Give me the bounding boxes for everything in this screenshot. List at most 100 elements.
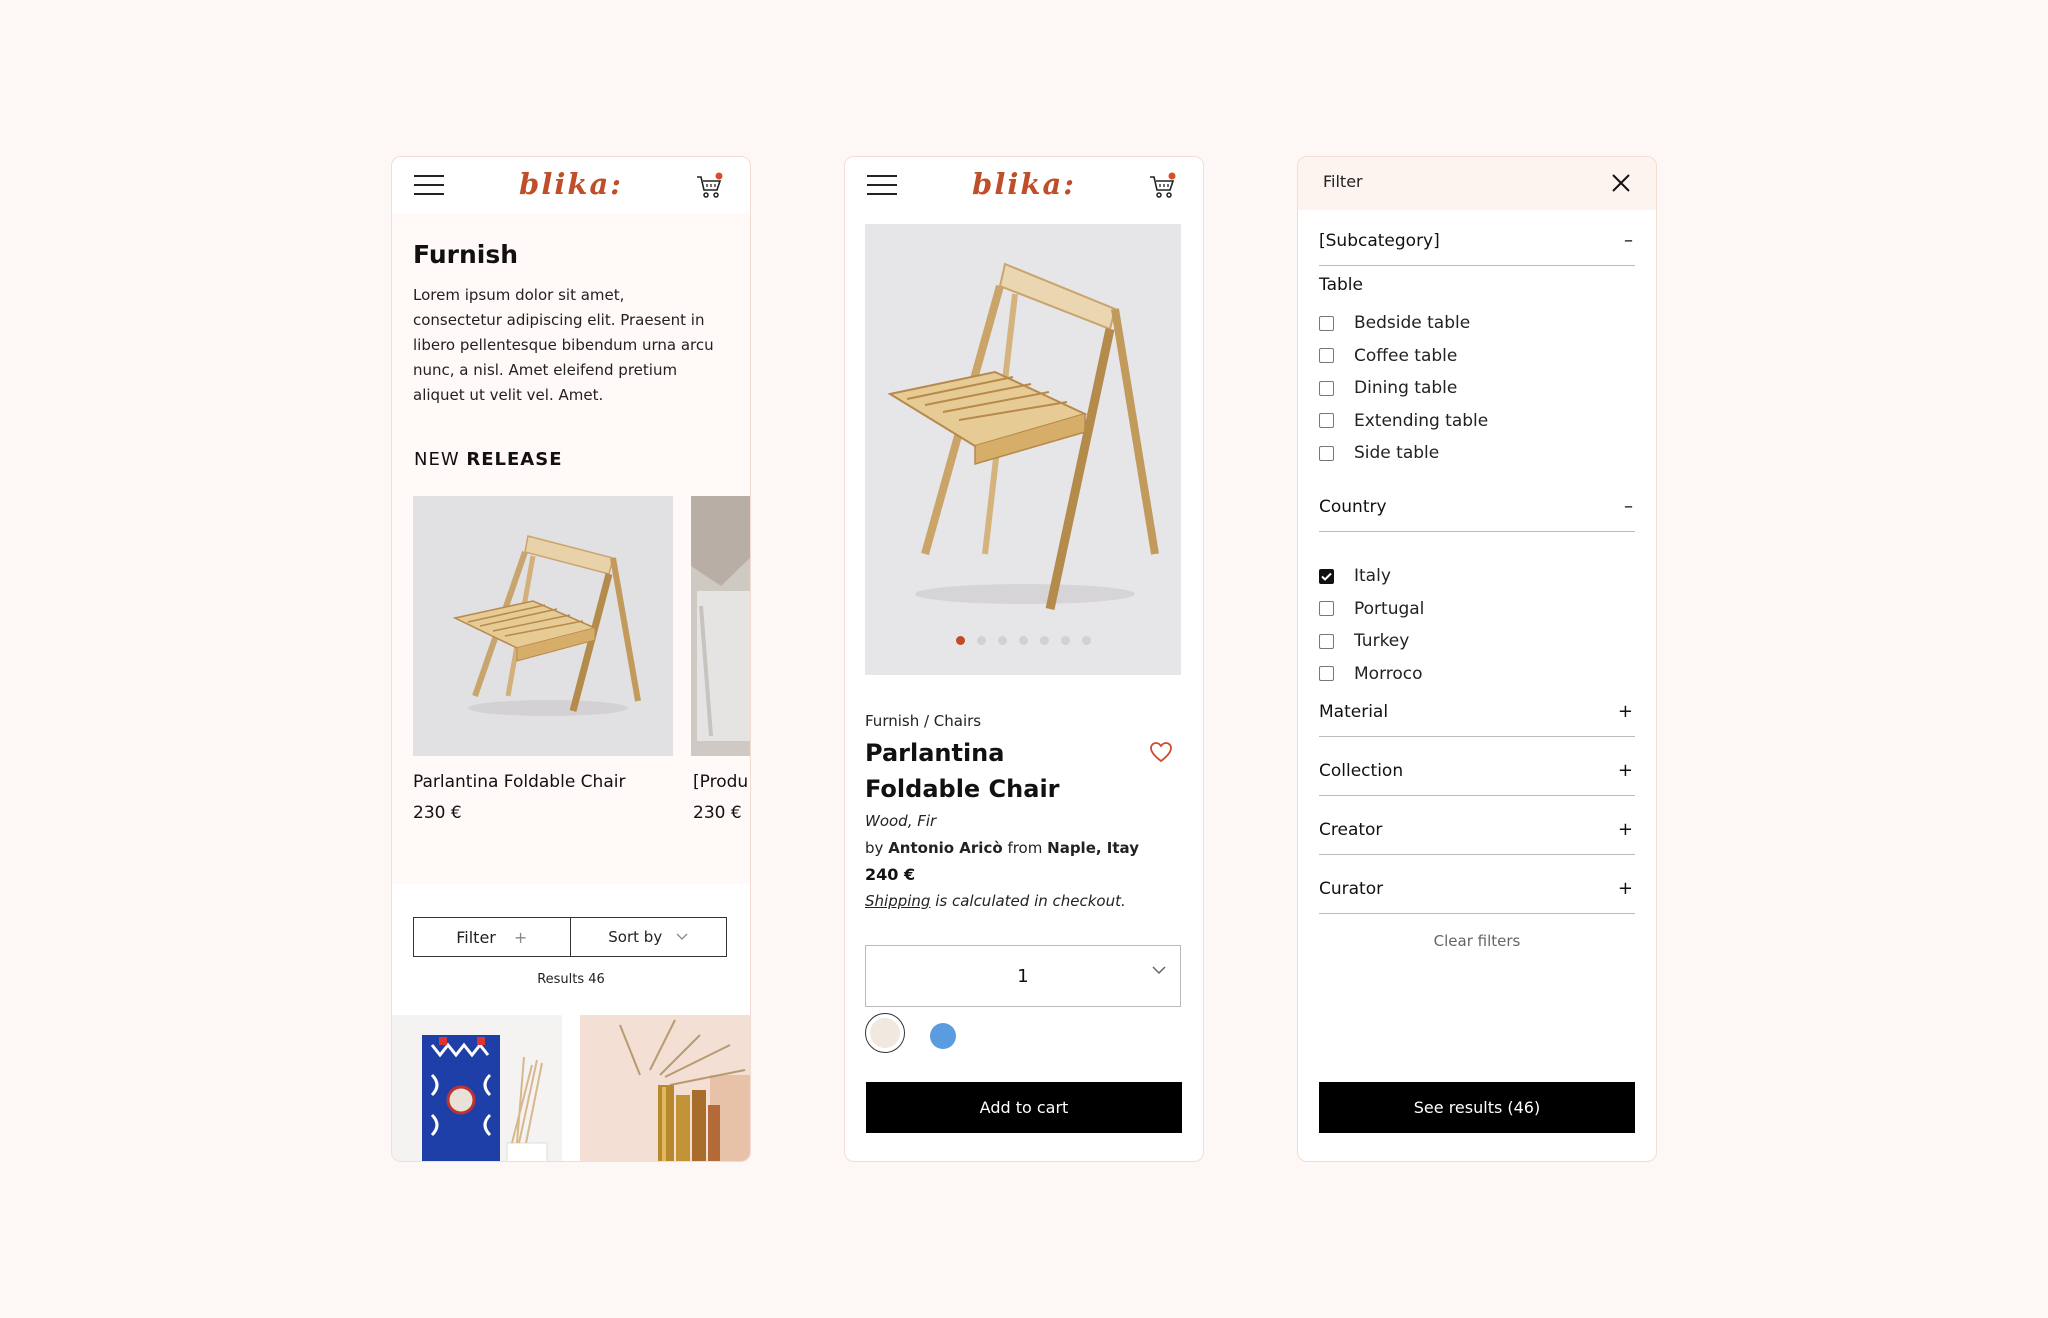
heading-prefix: NEW [414, 449, 460, 470]
product-image[interactable] [392, 1015, 562, 1161]
product-image[interactable] [413, 496, 673, 756]
product-name[interactable]: Parlantina Foldable Chair [413, 772, 625, 792]
group-label: Table [1319, 275, 1363, 295]
option-label: Italy [1354, 566, 1391, 586]
from-prefix: from [1007, 839, 1043, 857]
color-swatch-blue[interactable] [930, 1023, 956, 1049]
category-description: Lorem ipsum dolor sit amet, consectetur … [413, 286, 714, 404]
quantity-select[interactable]: 1 [865, 945, 1181, 1007]
option-label: Portugal [1354, 598, 1425, 619]
filter-option[interactable]: Extending table [1319, 409, 1488, 433]
sort-button[interactable]: Sort by [571, 918, 727, 956]
heart-icon[interactable] [1149, 741, 1173, 763]
filter-label: Filter [456, 927, 496, 947]
carousel-dot[interactable] [1081, 636, 1091, 645]
carousel-dots [865, 636, 1181, 645]
checkbox[interactable] [1319, 445, 1334, 461]
checkbox[interactable] [1319, 633, 1334, 649]
section-subcategory[interactable]: [Subcategory] – [1319, 230, 1635, 266]
swatch-selected-ring[interactable] [865, 1013, 905, 1053]
add-to-cart-button[interactable]: Add to cart [866, 1082, 1182, 1133]
shipping-link[interactable]: Shipping [865, 892, 930, 910]
expand-icon: + [1617, 701, 1633, 722]
filter-option[interactable]: Portugal [1319, 597, 1424, 621]
expand-icon: + [1617, 878, 1633, 899]
checkbox[interactable] [1319, 413, 1334, 428]
filter-option[interactable]: Italy [1319, 564, 1391, 588]
by-prefix: by [865, 839, 884, 857]
collapse-icon: – [1624, 230, 1633, 251]
new-release-heading: NEW RELEASE [414, 449, 563, 470]
product-price: 230 € [413, 803, 462, 823]
chevron-down-icon [676, 933, 688, 940]
creator-link[interactable]: Antonio Aricò [888, 839, 1002, 857]
expand-icon: + [1617, 819, 1633, 840]
origin-text: Naple, Itay [1047, 839, 1139, 857]
filter-title: Filter [1323, 172, 1363, 191]
carousel-dot[interactable] [955, 636, 965, 645]
section-label: [Subcategory] [1319, 231, 1440, 251]
screen-category: blika: Furnish Lorem ipsum dolor sit ame… [391, 156, 751, 1162]
section-curator[interactable]: Curator + [1319, 878, 1635, 914]
filter-option[interactable]: Coffee table [1319, 344, 1457, 368]
breadcrumb[interactable]: Furnish / Chairs [865, 712, 981, 730]
color-swatch-beige [870, 1018, 900, 1048]
product-image[interactable] [580, 1015, 750, 1161]
screen-filter-panel: Filter [Subcategory] – Table Country – C… [1297, 156, 1657, 1162]
sort-label: Sort by [608, 928, 663, 946]
section-creator[interactable]: Creator + [1319, 819, 1635, 855]
checkbox[interactable] [1319, 348, 1334, 363]
carousel-dot[interactable] [1060, 636, 1070, 645]
carousel-dot[interactable] [1018, 636, 1028, 645]
filter-option[interactable]: Dining table [1319, 376, 1457, 400]
checkbox[interactable] [1319, 315, 1334, 331]
section-country[interactable]: Country – [1319, 496, 1635, 532]
section-label: Country [1319, 497, 1387, 517]
option-label: Coffee table [1354, 345, 1458, 366]
checkbox[interactable] [1319, 568, 1334, 584]
shipping-note: Shipping is calculated in checkout. [865, 892, 1126, 910]
chevron-down-icon [1152, 966, 1166, 975]
page-title: Furnish [413, 240, 519, 269]
option-label: Extending table [1354, 410, 1489, 431]
filter-button[interactable]: Filter + [414, 918, 571, 956]
checkbox[interactable] [1319, 380, 1334, 396]
see-results-button[interactable]: See results (46) [1319, 1082, 1635, 1133]
section-label: Collection [1319, 761, 1404, 781]
checkmark-icon [1321, 572, 1332, 581]
heading-bold: RELEASE [466, 449, 563, 470]
product-gallery[interactable] [865, 224, 1181, 675]
product-title: Parlantina Foldable Chair [865, 739, 1060, 803]
product-price: 240 € [865, 865, 916, 884]
cart-icon[interactable] [694, 171, 724, 201]
clear-filters-link[interactable]: Clear filters [1298, 932, 1656, 950]
checkbox[interactable] [1319, 601, 1334, 616]
carousel-dot[interactable] [1039, 636, 1049, 645]
plus-icon: + [513, 927, 528, 947]
cart-icon[interactable] [1147, 171, 1177, 201]
collapse-icon: – [1624, 496, 1633, 517]
carousel-dot[interactable] [976, 636, 986, 645]
checkbox[interactable] [1319, 666, 1334, 681]
option-label: Dining table [1354, 378, 1458, 398]
filter-option[interactable]: Side table [1319, 441, 1439, 465]
filter-option[interactable]: Bedside table [1319, 311, 1470, 335]
section-collection[interactable]: Collection + [1319, 760, 1635, 796]
close-icon[interactable] [1610, 172, 1632, 194]
expand-icon: + [1617, 760, 1633, 781]
filter-header: Filter [1298, 157, 1656, 210]
product-material: Wood, Fir [865, 812, 937, 830]
filter-option[interactable]: Morroco [1319, 662, 1423, 686]
product-price: 230 € [693, 803, 742, 823]
section-label: Material [1319, 702, 1389, 722]
shipping-text: is calculated in checkout. [930, 892, 1126, 910]
product-name[interactable]: [Produ [693, 772, 750, 792]
product-byline: by Antonio Aricò from Naple, Itay [865, 839, 1139, 857]
section-material[interactable]: Material + [1319, 701, 1635, 737]
product-image[interactable] [691, 496, 750, 756]
carousel-dot[interactable] [997, 636, 1007, 645]
option-label: Morroco [1354, 663, 1423, 684]
top-bar: blika: [845, 157, 1203, 213]
filter-option[interactable]: Turkey [1319, 629, 1409, 653]
section-label: Creator [1319, 820, 1383, 840]
